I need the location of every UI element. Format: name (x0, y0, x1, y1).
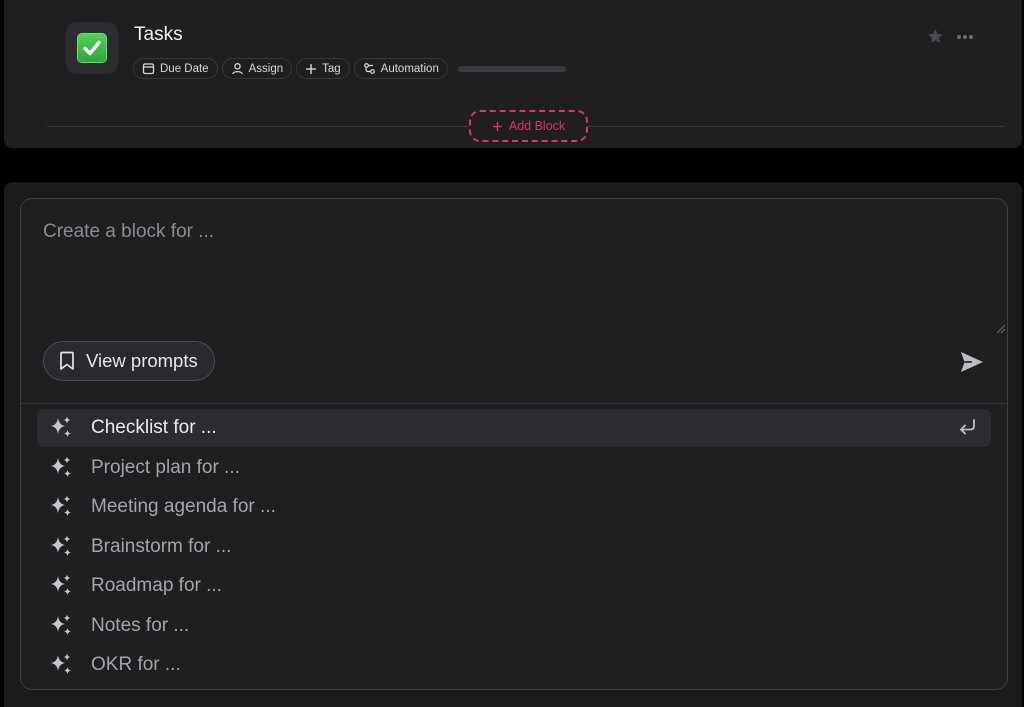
suggestion-item[interactable]: Checklist for ... (37, 409, 991, 447)
suggestion-item[interactable]: Meeting agenda for ... (37, 488, 991, 526)
suggestion-label: Notes for ... (91, 614, 190, 636)
suggestion-item[interactable]: Roadmap for ... (37, 567, 991, 605)
block-actions (927, 28, 974, 45)
block-title[interactable]: Tasks (134, 24, 183, 46)
block-prompt-input[interactable] (43, 221, 993, 333)
sparkles-icon (51, 614, 71, 635)
block-composer: View prompts Checklist for ... Project p… (20, 198, 1008, 690)
due-date-chip[interactable]: Due Date (133, 58, 218, 79)
more-options-icon[interactable] (956, 34, 974, 40)
suggestion-label: Project plan for ... (91, 456, 240, 478)
sparkles-icon (51, 574, 71, 595)
view-prompts-label: View prompts (86, 350, 198, 371)
send-icon (961, 352, 983, 372)
automation-label: Automation (380, 62, 439, 75)
add-block-label: Add Block (508, 119, 566, 133)
suggestion-list: Checklist for ... Project plan for ... M… (37, 409, 991, 686)
suggestion-label: Brainstorm for ... (91, 535, 232, 557)
suggestion-item[interactable]: OKR for ... (37, 646, 991, 684)
plus-icon (492, 121, 502, 131)
suggestion-label: Meeting agenda for ... (91, 496, 276, 517)
automation-icon (363, 63, 375, 74)
assign-label: Assign (248, 62, 284, 75)
block-property-chips: Due Date Assign Tag Automation (133, 58, 566, 79)
star-icon[interactable] (927, 28, 944, 45)
sparkles-icon (51, 535, 71, 556)
view-prompts-button[interactable]: View prompts (43, 341, 215, 381)
user-icon (231, 63, 243, 75)
suggestion-item[interactable]: Brainstorm for ... (37, 528, 991, 566)
sparkles-icon (51, 653, 71, 674)
resize-handle-icon[interactable] (995, 323, 1005, 333)
sparkles-icon (51, 416, 71, 437)
task-block-card: Tasks Due Date Assign Tag Automation Add… (4, 0, 1022, 148)
sparkles-icon (51, 495, 71, 516)
progress-placeholder-bar (457, 65, 566, 72)
automation-chip[interactable]: Automation (353, 58, 448, 79)
calendar-icon (142, 63, 155, 75)
suggestion-label: Checklist for ... (91, 417, 217, 438)
check-mark-icon (77, 33, 107, 63)
enter-key-icon (960, 419, 975, 435)
add-block-button[interactable]: Add Block (469, 110, 588, 142)
suggestion-label: OKR for ... (91, 654, 181, 675)
sparkles-icon (51, 456, 71, 477)
suggestion-item[interactable]: Notes for ... (37, 607, 991, 645)
send-button[interactable] (957, 347, 987, 377)
tag-chip[interactable]: Tag (296, 58, 350, 79)
suggestion-label: Roadmap for ... (91, 575, 222, 596)
due-date-label: Due Date (160, 62, 209, 75)
bookmark-icon (60, 351, 74, 370)
assign-chip[interactable]: Assign (221, 58, 293, 79)
plus-icon (306, 63, 317, 74)
suggestions-divider (21, 403, 1007, 404)
tag-label: Tag (322, 62, 341, 75)
suggestion-item[interactable]: Project plan for ... (37, 449, 991, 487)
task-emoji-icon[interactable] (66, 22, 118, 74)
